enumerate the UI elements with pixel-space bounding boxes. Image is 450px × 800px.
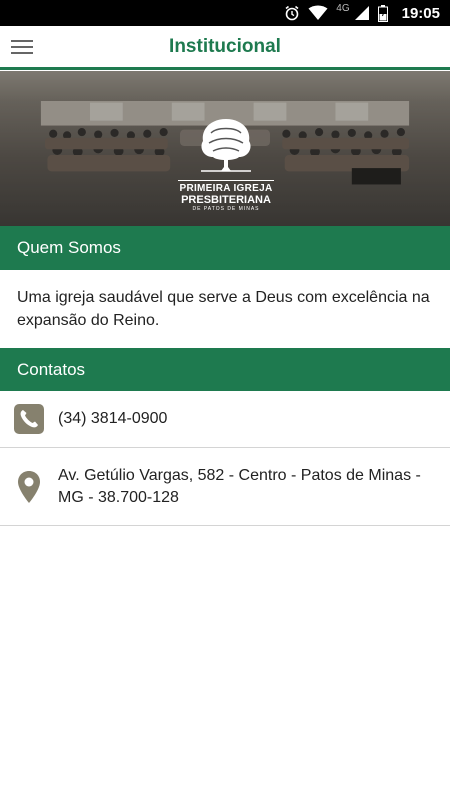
section-header-about: Quem Somos (0, 226, 450, 270)
tree-logo-icon (201, 119, 251, 172)
status-bar: 4G 19:05 (0, 0, 450, 26)
battery-icon (377, 4, 388, 22)
phone-icon (0, 404, 58, 434)
cell-signal-icon (354, 5, 370, 21)
wifi-icon (308, 5, 328, 21)
logo-text-line2: PRESBITERIANA (181, 194, 271, 206)
section-header-contacts: Contatos (0, 348, 450, 391)
contact-phone-text: (34) 3814-0900 (58, 410, 168, 427)
contact-address-text: Av. Getúlio Vargas, 582 - Centro - Patos… (58, 466, 421, 506)
contact-phone-row[interactable]: (34) 3814-0900 (0, 391, 450, 448)
location-pin-icon (0, 470, 58, 503)
logo-text-line3: DE PATOS DE MINAS (192, 206, 260, 212)
app-bar: Institucional (0, 26, 450, 70)
church-logo: PRIMEIRA IGREJA PRESBITERIANA DE PATOS D… (178, 115, 274, 213)
alarm-icon (284, 5, 300, 21)
logo-text-line1: PRIMEIRA IGREJA (178, 180, 274, 194)
page-title: Institucional (169, 35, 281, 57)
contact-address-row[interactable]: Av. Getúlio Vargas, 582 - Centro - Patos… (0, 448, 450, 526)
clock: 19:05 (401, 4, 440, 22)
network-type: 4G (336, 3, 350, 14)
about-description: Uma igreja saudável que serve a Deus com… (17, 289, 430, 329)
